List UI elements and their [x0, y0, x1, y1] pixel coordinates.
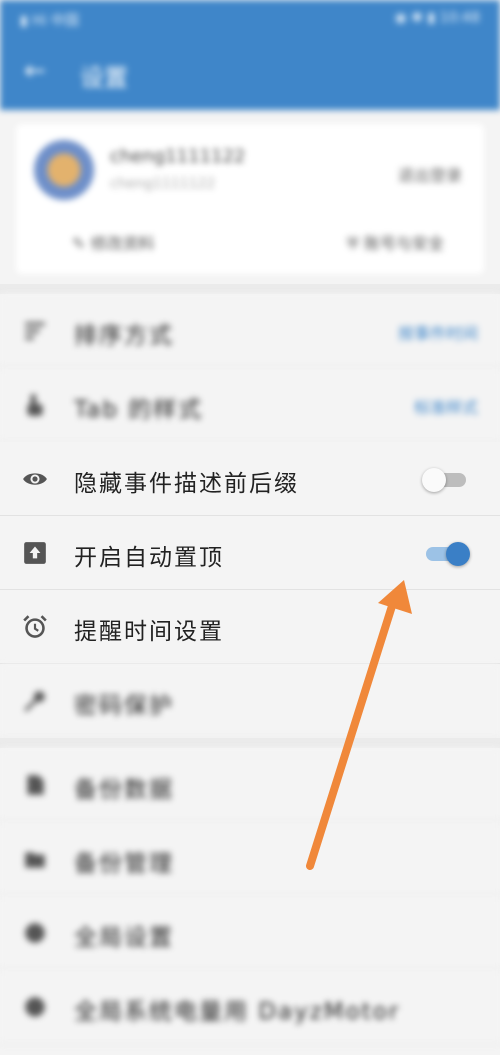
annotation-arrow-shaft [306, 602, 396, 870]
annotation-arrow [306, 580, 412, 870]
